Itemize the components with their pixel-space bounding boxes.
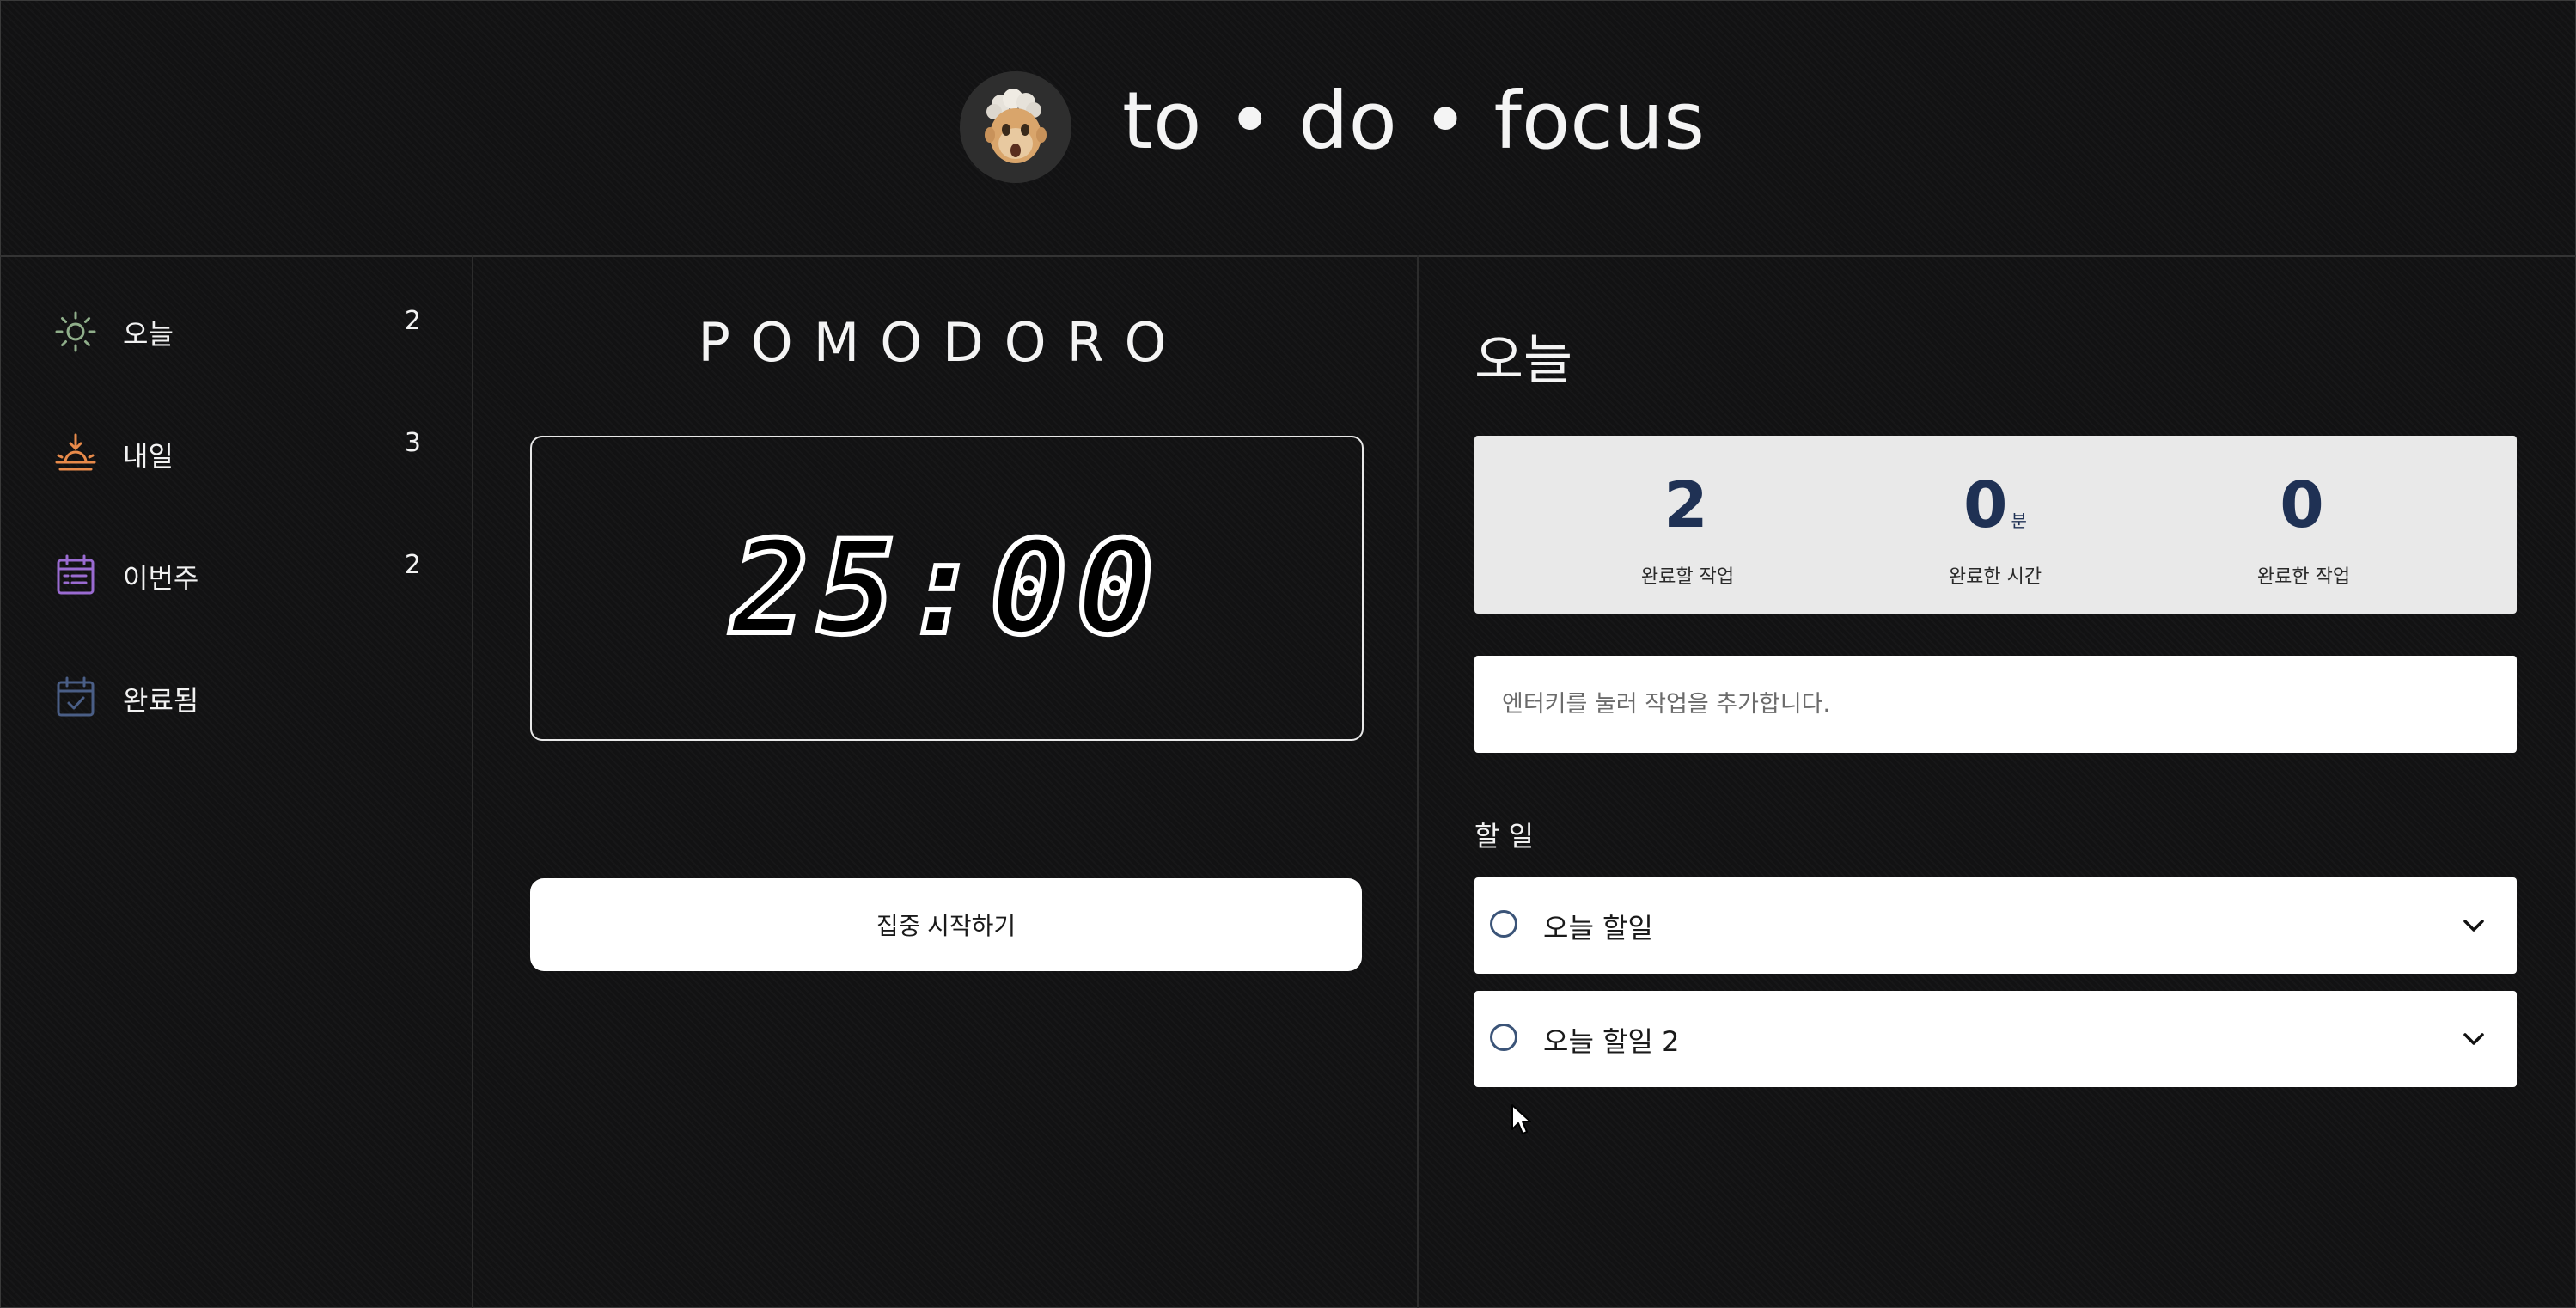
todo-checkbox[interactable] [1490,910,1517,938]
avatar[interactable] [960,71,1071,183]
stat-tasks-to-complete: 2 완료할 작업 [1550,470,1825,589]
sidebar-divider [472,255,473,1308]
todo-label: 오늘 할일 2 [1543,1025,1680,1058]
app-title: to • do • focus [1122,75,1706,167]
stat-completed-time: 0분 완료한 시간 [1858,470,2133,589]
sunrise-icon [52,430,100,478]
sidebar-item-count: 2 [404,306,421,336]
stats-panel: 2 완료할 작업 0분 완료한 시간 0 완료한 작업 [1474,436,2517,614]
calendar-week-icon [52,552,100,600]
chevron-down-icon[interactable] [2458,910,2489,941]
page-title: 오늘 [1474,328,1573,391]
stat-value: 0 [2280,468,2324,542]
todo-section-heading: 할 일 [1474,820,1535,853]
todo-label: 오늘 할일 [1543,912,1653,944]
sidebar-item-this-week[interactable]: 이번주 2 [52,543,421,612]
chevron-down-icon[interactable] [2458,1024,2489,1054]
sidebar-item-today[interactable]: 오늘 2 [52,299,421,368]
stat-caption: 완료한 작업 [2256,566,2351,588]
stat-value: 2 [1663,468,1708,542]
sidebar-item-tomorrow[interactable]: 내일 3 [52,421,421,490]
sun-icon [52,308,100,356]
todo-item[interactable]: 오늘 할일 [1474,877,2517,974]
timer-display: 25:00 [530,436,1364,741]
timer-value: 25:00 [729,511,1163,666]
stat-caption: 완료한 시간 [1948,566,2042,588]
sidebar-item-completed[interactable]: 완료됨 [52,665,421,734]
sidebar-item-count: 3 [404,428,421,458]
header: to • do • focus [0,0,2576,257]
stat-value: 0분 [1963,468,2027,542]
pomodoro-title: POMODORO [698,311,1187,374]
start-focus-button[interactable]: 집중 시작하기 [530,878,1362,971]
stat-caption: 완료할 작업 [1640,566,1735,588]
sidebar-item-label: 이번주 [123,562,199,595]
calendar-check-icon [52,674,100,722]
todo-checkbox[interactable] [1490,1024,1517,1051]
panel-divider [1417,255,1419,1308]
sidebar-item-label: 내일 [123,440,174,473]
sidebar-item-count: 2 [404,550,421,580]
stat-completed-tasks: 0 완료한 작업 [2166,470,2441,589]
todo-item[interactable]: 오늘 할일 2 [1474,991,2517,1087]
sidebar-item-label: 완료됨 [123,684,199,717]
mouse-cursor-icon [1511,1103,1533,1138]
sidebar-item-label: 오늘 [123,318,174,351]
add-task-input[interactable] [1474,656,2517,753]
